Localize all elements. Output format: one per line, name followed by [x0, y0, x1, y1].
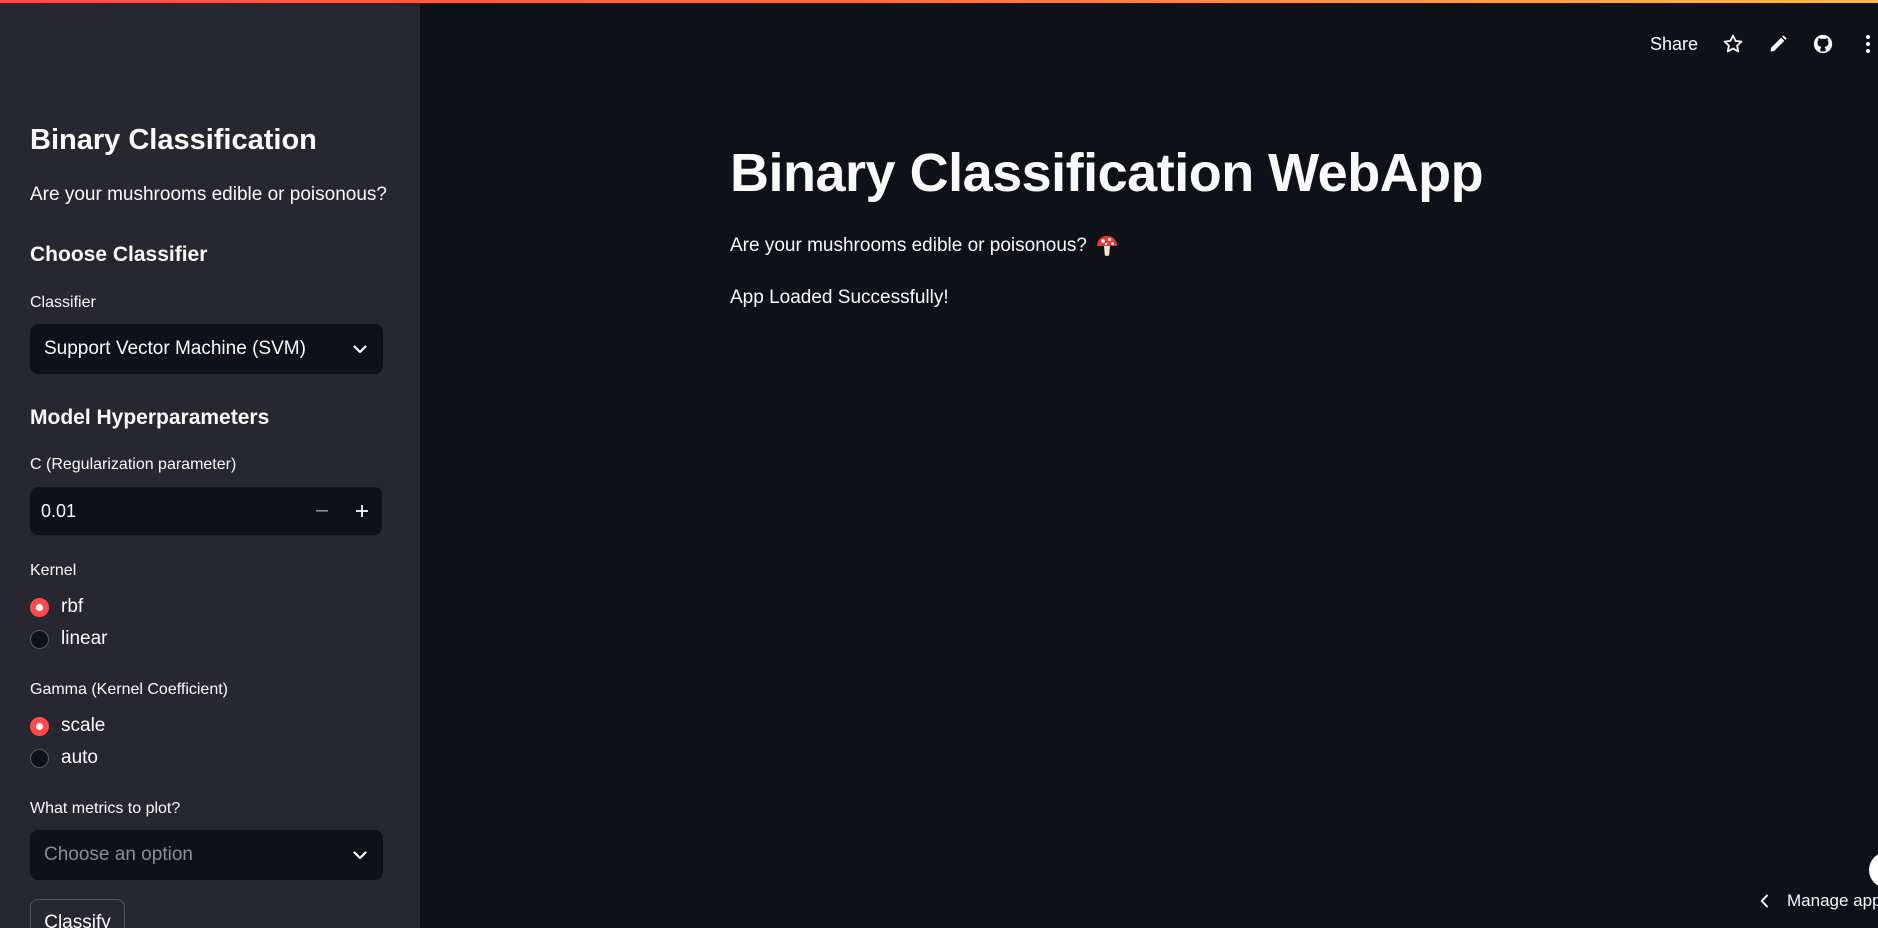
page-title: Binary Classification WebApp: [730, 143, 1484, 203]
kernel-option-label: rbf: [61, 596, 84, 617]
decrement-button[interactable]: [302, 487, 342, 535]
kernel-option-label: linear: [61, 628, 108, 649]
star-icon[interactable]: [1722, 33, 1744, 55]
github-icon[interactable]: [1812, 33, 1834, 55]
page-subtitle: Are your mushrooms edible or poisonous?: [730, 234, 1119, 258]
kernel-radio-linear[interactable]: linear: [30, 628, 107, 650]
manage-app-button[interactable]: Manage app: [1760, 888, 1878, 914]
classifier-label: Classifier: [30, 294, 96, 311]
sidebar: Binary Classification Are your mushrooms…: [0, 0, 420, 928]
radio-selected-icon: [30, 716, 49, 736]
chevron-left-icon: [1760, 894, 1769, 908]
more-vertical-icon[interactable]: [1857, 33, 1878, 55]
metrics-label: What metrics to plot?: [30, 800, 181, 817]
c-parameter-label: C (Regularization parameter): [30, 456, 237, 473]
classify-button[interactable]: Classify: [30, 899, 125, 928]
radio-unselected-icon: [30, 748, 49, 768]
header-toolbar: Share: [1650, 28, 1878, 60]
status-widget-button[interactable]: [1869, 852, 1878, 888]
mushroom-icon: [1095, 234, 1119, 258]
metrics-multiselect[interactable]: Choose an option: [30, 830, 383, 880]
radio-selected-icon: [30, 597, 49, 617]
chevron-down-icon: [351, 340, 369, 358]
gamma-option-label: scale: [61, 715, 106, 736]
plus-icon: [356, 505, 368, 517]
manage-app-label: Manage app: [1787, 891, 1878, 910]
status-message: App Loaded Successfully!: [730, 287, 949, 308]
gamma-radio-scale[interactable]: scale: [30, 715, 105, 737]
gamma-label: Gamma (Kernel Coefficient): [30, 681, 228, 698]
chevron-down-icon: [351, 846, 369, 864]
gamma-option-label: auto: [61, 747, 98, 768]
classifier-select-value: Support Vector Machine (SVM): [44, 338, 306, 359]
pencil-icon[interactable]: [1767, 33, 1789, 55]
hyperparameters-heading: Model Hyperparameters: [30, 406, 270, 429]
radio-unselected-icon: [30, 629, 49, 649]
top-decoration-bar: [0, 0, 1878, 3]
minus-icon: [316, 510, 328, 512]
gamma-radio-auto[interactable]: auto: [30, 747, 98, 769]
kernel-label: Kernel: [30, 562, 77, 579]
page-subtitle-text: Are your mushrooms edible or poisonous?: [730, 235, 1087, 256]
classifier-select[interactable]: Support Vector Machine (SVM): [30, 324, 383, 374]
kernel-radio-rbf[interactable]: rbf: [30, 596, 83, 618]
sidebar-title: Binary Classification: [30, 124, 317, 156]
c-parameter-stepper: 0.01: [30, 487, 382, 535]
metrics-placeholder: Choose an option: [44, 844, 193, 865]
increment-button[interactable]: [342, 487, 382, 535]
sidebar-subtitle: Are your mushrooms edible or poisonous?: [30, 184, 387, 205]
c-parameter-input[interactable]: 0.01: [30, 501, 302, 522]
choose-classifier-heading: Choose Classifier: [30, 243, 208, 266]
share-button[interactable]: Share: [1650, 34, 1698, 55]
